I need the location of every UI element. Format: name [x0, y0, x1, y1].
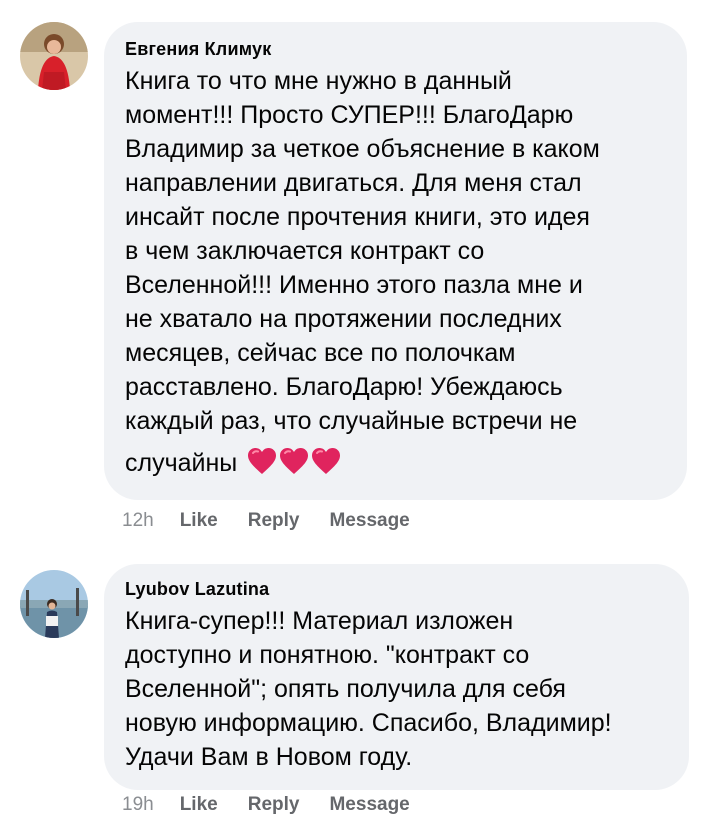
- like-button[interactable]: Like: [180, 794, 218, 816]
- reply-button[interactable]: Reply: [248, 794, 300, 816]
- comment-text: Книга то что мне нужно в данный момент!!…: [125, 64, 667, 480]
- comment-timestamp[interactable]: 12h: [122, 510, 154, 532]
- heart-icon: [280, 448, 309, 474]
- comment-line: доступно и понятною. "контракт со: [125, 641, 530, 669]
- comment-line: Книга то что мне нужно в данный: [125, 67, 512, 95]
- comment-line: Вселенной"; опять получила для себя: [125, 675, 566, 703]
- heart-icon: [248, 448, 277, 474]
- comment-line: Книга-супер!!! Материал изложен: [125, 607, 514, 635]
- comment-line: случайны: [125, 449, 238, 477]
- comment-author[interactable]: Lyubov Lazutina: [125, 578, 669, 600]
- comment-timestamp[interactable]: 19h: [122, 794, 154, 816]
- comment-line: не хватало на протяжении последних: [125, 305, 562, 333]
- avatar[interactable]: [20, 570, 88, 638]
- comment-line: Вселенной!!! Именно этого пазла мне и: [125, 271, 583, 299]
- reply-button[interactable]: Reply: [248, 510, 300, 532]
- heart-icon: [312, 448, 341, 474]
- avatar[interactable]: [20, 22, 88, 90]
- comment-line: момент!!! Просто СУПЕР!!! БлагоДарю: [125, 101, 574, 129]
- comment-bubble: Евгения Климук Книга то что мне нужно в …: [104, 22, 687, 500]
- comment-line: месяцев, сейчас все по полочкам: [125, 339, 516, 367]
- comment-line-last: случайны: [125, 446, 667, 480]
- comment-line: новую информацию. Спасибо, Владимир!: [125, 709, 612, 737]
- hearts-emoji: [247, 447, 341, 475]
- message-button[interactable]: Message: [329, 794, 409, 816]
- comment-author[interactable]: Евгения Климук: [125, 38, 667, 60]
- like-button[interactable]: Like: [180, 510, 218, 532]
- comment-actions: 19h Like Reply Message: [122, 794, 440, 816]
- comment-line: каждый раз, что случайные встречи не: [125, 407, 578, 435]
- message-button[interactable]: Message: [329, 510, 409, 532]
- comment-line: расставлено. БлагоДарю! Убеждаюсь: [125, 373, 563, 401]
- comment-text: Книга-супер!!! Материал изложен доступно…: [125, 604, 669, 774]
- comment-line: Удачи Вам в Новом году.: [125, 743, 413, 771]
- comment-line: в чем заключается контракт со: [125, 237, 485, 265]
- comment-actions: 12h Like Reply Message: [122, 510, 440, 532]
- comment-line: направлении двигаться. Для меня стал: [125, 169, 582, 197]
- comment-bubble: Lyubov Lazutina Книга-супер!!! Материал …: [104, 564, 689, 790]
- comment-line: Владимир за четкое объяснение в каком: [125, 135, 600, 163]
- comment-line: инсайт после прочтения книги, это идея: [125, 203, 590, 231]
